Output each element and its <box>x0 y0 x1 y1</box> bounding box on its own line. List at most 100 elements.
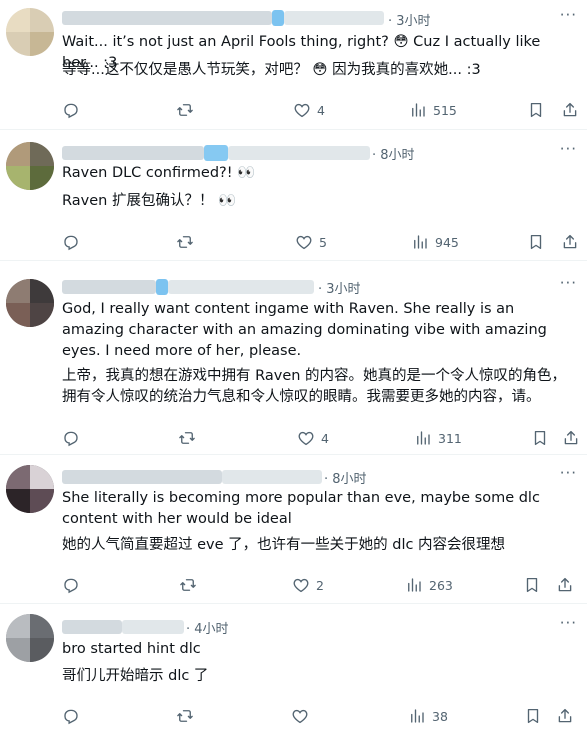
blurred-username[interactable] <box>62 470 222 484</box>
share-button[interactable] <box>556 704 574 728</box>
retweet-icon <box>179 432 195 444</box>
views-button[interactable]: 515 <box>409 98 457 122</box>
blurred-handle[interactable] <box>228 146 370 160</box>
retweet-button[interactable] <box>178 426 196 450</box>
action-bar: 38 <box>0 704 587 728</box>
like-button[interactable]: 4 <box>297 426 329 450</box>
bookmark-button[interactable] <box>523 573 541 597</box>
reply-2[interactable]: · 8小时 ··· Raven DLC confirmed?! 👀 Raven … <box>0 130 587 261</box>
bookmark-icon <box>527 708 539 724</box>
share-button[interactable] <box>561 230 579 254</box>
reply-text-en: She literally is becoming more popular t… <box>62 490 540 527</box>
bookmark-button[interactable] <box>527 230 545 254</box>
views-icon <box>414 235 427 249</box>
retweet-icon <box>180 579 196 591</box>
heart-icon <box>298 431 314 446</box>
reply-button[interactable] <box>62 704 80 728</box>
retweet-icon <box>177 236 193 248</box>
bookmark-icon <box>534 430 546 446</box>
reply-icon <box>64 578 78 594</box>
views-icon <box>408 578 421 592</box>
like-count: 2 <box>316 577 324 593</box>
heart-icon <box>294 103 310 118</box>
views-icon <box>417 431 430 445</box>
more-icon[interactable]: ··· <box>560 274 577 292</box>
view-count: 945 <box>435 234 459 250</box>
more-icon[interactable]: ··· <box>560 6 577 24</box>
share-icon <box>563 102 577 117</box>
share-button[interactable] <box>561 98 579 122</box>
retweet-button[interactable] <box>176 230 194 254</box>
avatar[interactable] <box>6 279 54 327</box>
reply-3[interactable]: · 3小时 ··· God, I really want content ing… <box>0 261 587 455</box>
blurred-handle[interactable] <box>284 11 384 25</box>
like-button[interactable] <box>291 704 315 728</box>
blurred-username[interactable] <box>62 620 122 634</box>
reply-icon <box>64 709 78 725</box>
views-button[interactable]: 38 <box>408 704 448 728</box>
action-bar: 2 263 <box>0 573 587 597</box>
bookmark-button[interactable] <box>531 426 549 450</box>
bookmark-button[interactable] <box>527 98 545 122</box>
share-icon <box>564 430 578 445</box>
share-button[interactable] <box>556 573 574 597</box>
avatar[interactable] <box>6 465 54 513</box>
retweet-icon <box>177 104 193 116</box>
reply-text-en: Raven DLC confirmed?! 👀 <box>62 165 256 181</box>
view-count: 263 <box>429 577 453 593</box>
retweet-icon <box>177 710 193 722</box>
bookmark-button[interactable] <box>524 704 542 728</box>
view-count: 311 <box>438 430 462 446</box>
avatar[interactable] <box>6 614 54 662</box>
like-button[interactable]: 2 <box>292 573 324 597</box>
retweet-button[interactable] <box>176 98 194 122</box>
blurred-handle[interactable] <box>122 620 184 634</box>
more-icon[interactable]: ··· <box>560 140 577 158</box>
blurred-handle[interactable] <box>168 280 314 294</box>
timestamp[interactable]: · 8小时 <box>372 144 415 163</box>
retweet-button[interactable] <box>176 704 194 728</box>
like-button[interactable]: 4 <box>293 98 325 122</box>
reply-text-zh: Raven 扩展包确认？！ 👀 <box>62 193 237 209</box>
reply-text-en: bro started hint dlc <box>62 641 201 657</box>
reply-icon <box>64 103 78 119</box>
avatar[interactable] <box>6 8 54 56</box>
reply-4[interactable]: · 8小时 ··· She literally is becoming more… <box>0 455 587 604</box>
reply-1[interactable]: · 3小时 ··· Wait... it’s not just an April… <box>0 0 587 130</box>
reply-button[interactable] <box>62 230 80 254</box>
bookmark-icon <box>526 577 538 593</box>
bookmark-icon <box>530 102 542 118</box>
action-bar: 5 945 <box>0 230 587 254</box>
like-count: 4 <box>321 430 329 446</box>
verified-badge-blurred <box>272 10 284 26</box>
views-button[interactable]: 263 <box>405 573 453 597</box>
like-button[interactable]: 5 <box>295 230 327 254</box>
reply-icon <box>64 235 78 251</box>
share-button[interactable] <box>562 426 580 450</box>
views-icon <box>411 709 424 723</box>
reply-button[interactable] <box>62 573 80 597</box>
more-icon[interactable]: ··· <box>560 614 577 632</box>
retweet-button[interactable] <box>179 573 197 597</box>
blurred-username[interactable] <box>62 11 272 25</box>
bookmark-icon <box>530 234 542 250</box>
verified-badge-blurred <box>156 279 168 295</box>
reply-text-zh: 她的人气简直要超过 eve 了，也许有一些关于她的 dlc 内容会很理想 <box>62 537 506 553</box>
avatar[interactable] <box>6 142 54 190</box>
reply-5[interactable]: · 4小时 ··· bro started hint dlc 哥们儿开始暗示 d… <box>0 604 587 732</box>
more-icon[interactable]: ··· <box>560 464 577 482</box>
heart-icon <box>292 709 308 724</box>
action-bar: 4 311 <box>0 426 587 450</box>
blurred-handle[interactable] <box>222 470 322 484</box>
blurred-username[interactable] <box>62 146 204 160</box>
timestamp[interactable]: · 3小时 <box>318 278 361 297</box>
views-button[interactable]: 945 <box>411 230 459 254</box>
timestamp[interactable]: · 4小时 <box>186 618 229 637</box>
views-icon <box>412 103 425 117</box>
blurred-username[interactable] <box>62 280 156 294</box>
views-button[interactable]: 311 <box>414 426 462 450</box>
reply-button[interactable] <box>62 98 80 122</box>
timestamp[interactable]: · 8小时 <box>324 468 367 487</box>
reply-button[interactable] <box>62 426 80 450</box>
timestamp[interactable]: · 3小时 <box>388 10 431 29</box>
